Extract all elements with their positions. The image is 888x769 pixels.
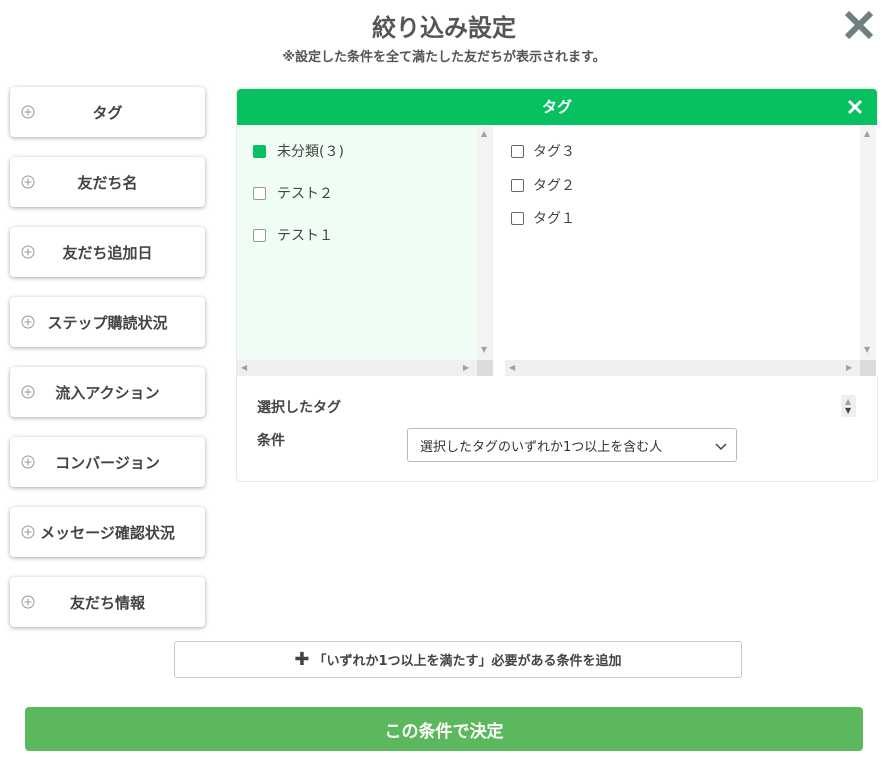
folder-item[interactable]: 未分類(３) [253, 141, 344, 161]
scroll-left-icon[interactable]: ◀ [241, 364, 247, 372]
checkbox[interactable] [511, 211, 524, 225]
chevron-down-icon [715, 443, 727, 451]
vertical-scrollbar[interactable]: ▲ ▼ [860, 126, 876, 360]
sidebar-item-label: タグ [92, 103, 123, 122]
scrollbar-corner [860, 360, 876, 376]
checkbox[interactable] [511, 178, 524, 192]
plus-circle-icon [21, 315, 35, 329]
scroll-down-icon[interactable]: ▼ [481, 346, 487, 354]
add-condition-label: 「いずれか1つ以上を満たす」必要がある条件を追加 [313, 654, 622, 669]
condition-select[interactable]: 選択したタグのいずれか1つ以上を含む人 [407, 428, 737, 462]
sidebar-item-tag[interactable]: タグ [10, 87, 205, 137]
plus-circle-icon [21, 595, 35, 609]
plus-circle-icon [21, 455, 35, 469]
sidebar-item-friend-added-date[interactable]: 友だち追加日 [10, 227, 205, 277]
folder-item[interactable]: テスト１ [253, 225, 333, 245]
scroll-down-icon[interactable]: ▼ [864, 346, 870, 354]
sidebar-item-label: 友だち追加日 [62, 243, 153, 262]
horizontal-scrollbar[interactable]: ◀ ▶ [237, 360, 477, 376]
tag-item[interactable]: タグ１ [511, 208, 575, 228]
vertical-scrollbar[interactable]: ▲ ▼ [477, 126, 493, 360]
plus-circle-icon [21, 385, 35, 399]
plus-circle-icon [21, 245, 35, 259]
page-title: 絞り込み設定 [372, 14, 516, 42]
sidebar-item-label: 友だち名 [77, 173, 138, 192]
spin-up-icon[interactable]: ▲ [845, 398, 851, 406]
scroll-right-icon[interactable]: ▶ [846, 364, 852, 372]
checkbox[interactable] [253, 228, 266, 242]
tag-label: タグ１ [533, 211, 575, 227]
tag-item[interactable]: タグ２ [511, 175, 575, 195]
checkbox[interactable] [253, 186, 266, 200]
plus-circle-icon [21, 175, 35, 189]
sidebar-item-conversion[interactable]: コンバージョン [10, 437, 205, 487]
confirm-button[interactable]: この条件で決定 [25, 707, 863, 751]
folder-label: テスト２ [277, 186, 333, 202]
panel-header: タグ [237, 89, 877, 125]
plus-circle-icon [21, 105, 35, 119]
selected-tags-spinner[interactable]: ▲ ▼ [841, 395, 856, 417]
tag-label: タグ３ [533, 144, 575, 160]
tag-list[interactable]: タグ３ タグ２ タグ１ ▲ ▼ ◀ ▶ [505, 126, 878, 376]
folder-item[interactable]: テスト２ [253, 183, 333, 203]
sidebar-item-label: 流入アクション [55, 383, 160, 402]
plus-circle-icon [21, 525, 35, 539]
sidebar-item-friend-name[interactable]: 友だち名 [10, 157, 205, 207]
folder-label: テスト１ [277, 228, 333, 244]
sidebar-item-label: ステップ購読状況 [47, 313, 168, 332]
close-icon[interactable] [847, 99, 863, 115]
scroll-right-icon[interactable]: ▶ [463, 364, 469, 372]
condition-label: 条件 [257, 433, 285, 449]
scroll-up-icon[interactable]: ▲ [481, 130, 487, 138]
checkbox[interactable] [511, 144, 524, 158]
tag-item[interactable]: タグ３ [511, 141, 575, 161]
sidebar-item-label: メッセージ確認状況 [40, 523, 175, 542]
sidebar-item-step-subscription[interactable]: ステップ購読状況 [10, 297, 205, 347]
page-subtitle: ※設定した条件を全て満たした友だちが表示されます。 [282, 50, 606, 65]
tag-condition-panel: タグ 未分類(３) テスト２ テスト１ ▲ ▼ ◀ ▶ タグ３ タグ２ タグ１ … [236, 88, 878, 482]
checkbox[interactable] [253, 144, 266, 158]
folder-label: 未分類(３) [277, 144, 344, 160]
sidebar-item-label: 友だち情報 [69, 593, 145, 612]
tag-label: タグ２ [533, 178, 575, 194]
condition-select-value: 選択したタグのいずれか1つ以上を含む人 [420, 439, 663, 455]
plus-icon: ✚ [294, 649, 310, 670]
sidebar-item-label: コンバージョン [55, 453, 160, 472]
selected-tags-label: 選択したタグ [257, 400, 341, 416]
horizontal-scrollbar[interactable]: ◀ ▶ [505, 360, 860, 376]
scrollbar-corner [477, 360, 493, 376]
sidebar-item-message-read-status[interactable]: メッセージ確認状況 [10, 507, 205, 557]
panel-title: タグ [541, 98, 572, 116]
spin-down-icon[interactable]: ▼ [845, 407, 851, 415]
close-icon[interactable] [842, 8, 876, 42]
scroll-up-icon[interactable]: ▲ [864, 130, 870, 138]
add-condition-button[interactable]: ✚ 「いずれか1つ以上を満たす」必要がある条件を追加 [174, 641, 742, 678]
tag-folder-list[interactable]: 未分類(３) テスト２ テスト１ ▲ ▼ ◀ ▶ [237, 126, 493, 376]
sidebar-item-inflow-action[interactable]: 流入アクション [10, 367, 205, 417]
sidebar-item-friend-info[interactable]: 友だち情報 [10, 577, 205, 627]
scroll-left-icon[interactable]: ◀ [509, 364, 515, 372]
